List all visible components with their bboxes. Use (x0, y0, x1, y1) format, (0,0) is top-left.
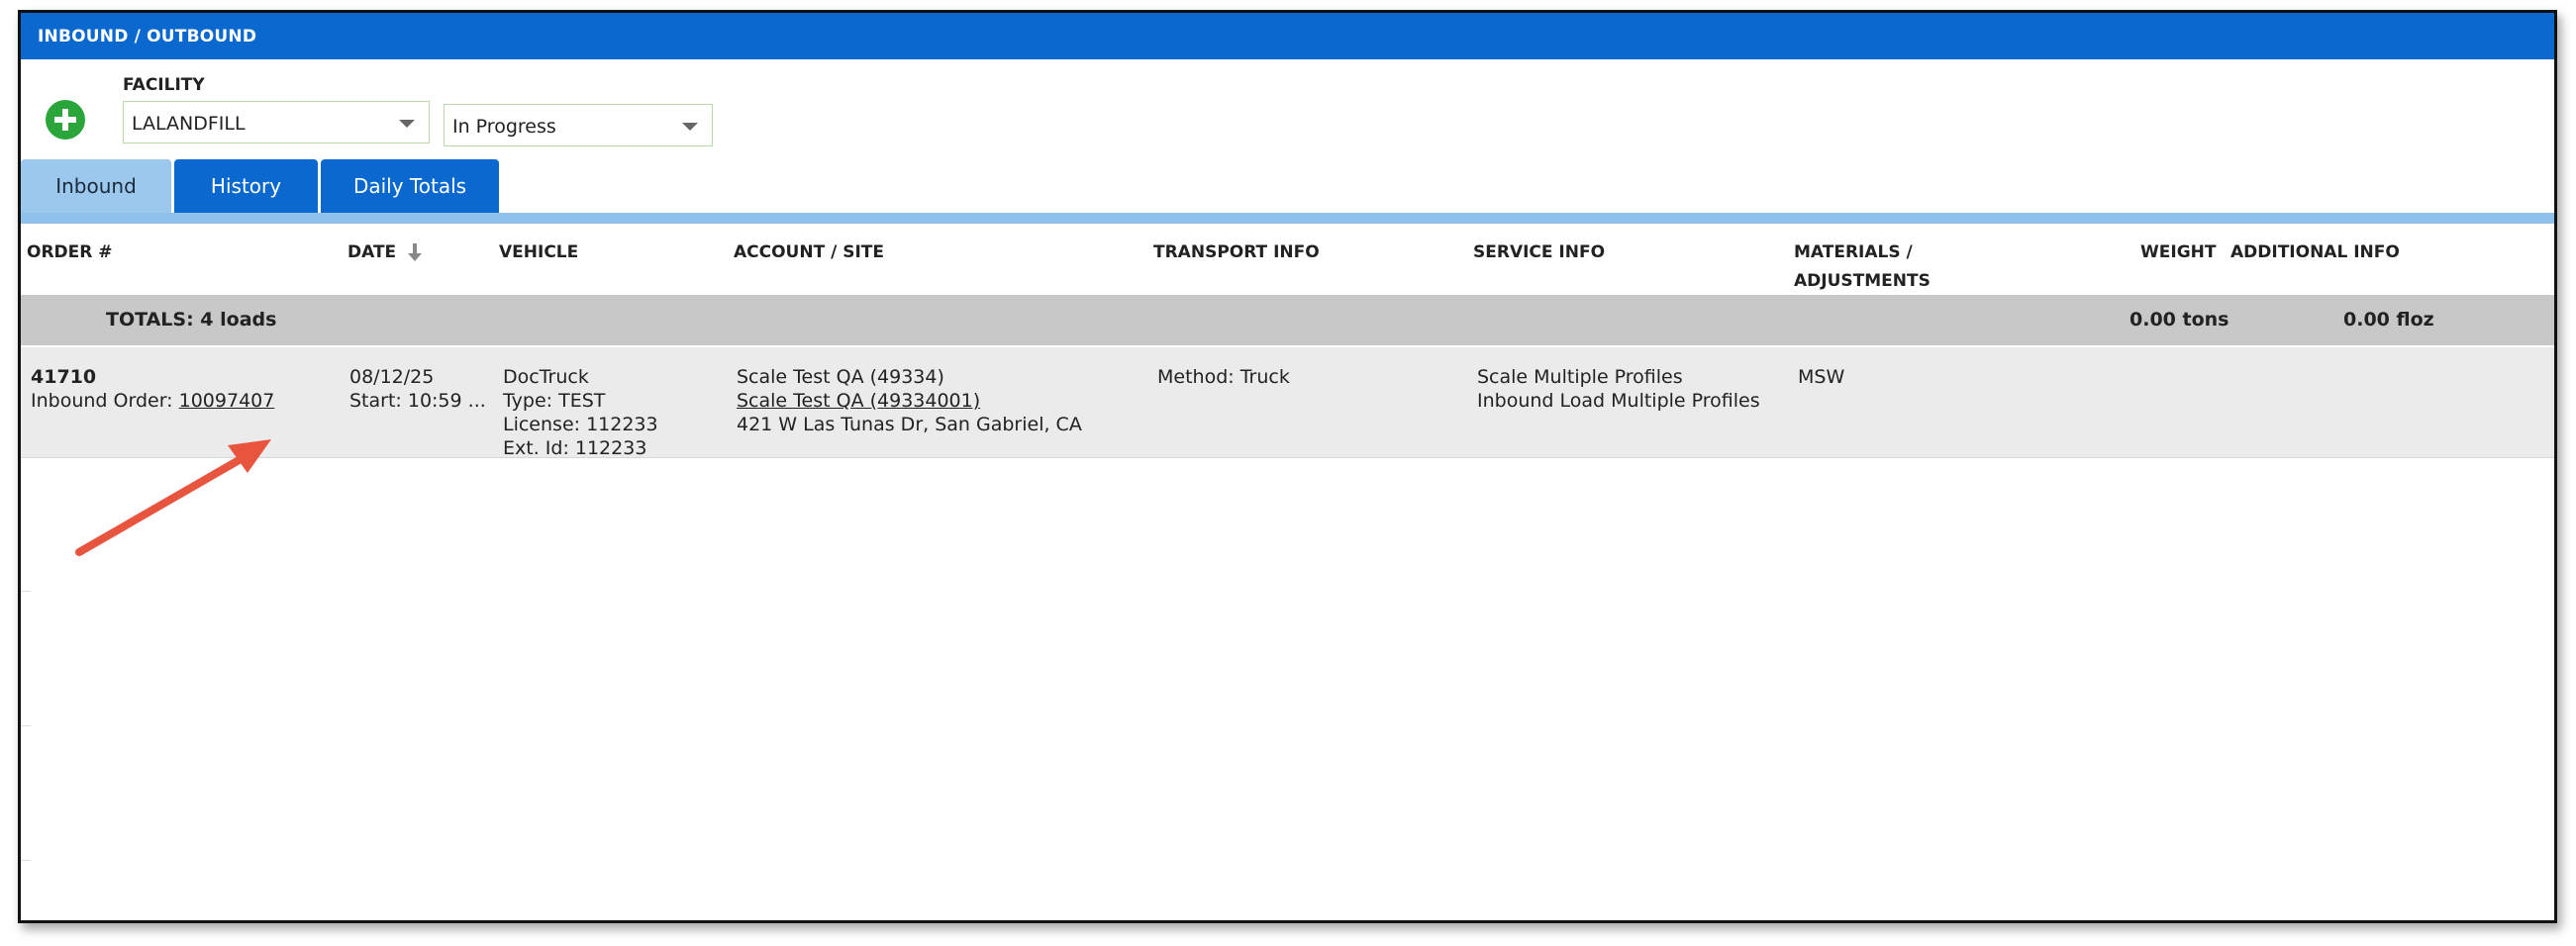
tab-daily-totals[interactable]: Daily Totals (321, 159, 499, 213)
transport-method: Method: Truck (1157, 366, 1290, 388)
account-cell: Scale Test QA (49334) Scale Test QA (493… (737, 365, 1082, 436)
facility-select[interactable]: LALANDFILL (123, 101, 430, 143)
date-value: 08/12/25 (349, 366, 435, 388)
column-header-additional[interactable]: ADDITIONAL INFO (2230, 238, 2400, 267)
chevron-down-icon (682, 123, 698, 131)
column-header-weight[interactable]: WEIGHT (2140, 238, 2216, 267)
tab-history[interactable]: History (174, 159, 318, 213)
column-header-materials-line1: MATERIALS / (1794, 242, 1913, 262)
status-select[interactable]: In Progress (444, 104, 713, 146)
materials-value: MSW (1798, 366, 1845, 388)
column-header-materials-line2: ADJUSTMENTS (1794, 271, 1931, 291)
row-divider (21, 725, 31, 726)
inbound-order: Inbound Order: 10097407 (31, 389, 274, 413)
order-number: 41710 (31, 366, 97, 388)
date-cell: 08/12/25 Start: 10:59 ... (349, 365, 486, 413)
vehicle-cell: DocTruck Type: TEST License: 112233 Ext.… (503, 365, 658, 460)
vehicle-ext-id: Ext. Id: 112233 (503, 437, 647, 459)
column-header-account[interactable]: ACCOUNT / SITE (734, 238, 884, 267)
column-header-service[interactable]: SERVICE INFO (1473, 238, 1605, 267)
column-header-transport[interactable]: TRANSPORT INFO (1153, 238, 1320, 267)
totals-label: TOTALS: 4 loads (106, 309, 277, 331)
totals-weight: 0.00 tons (2130, 309, 2229, 331)
order-cell: 41710 Inbound Order: 10097407 (31, 365, 274, 413)
facility-label: FACILITY (123, 75, 205, 95)
account-name: Scale Test QA (49334) (737, 366, 944, 388)
page-title: INBOUND / OUTBOUND (21, 13, 2554, 59)
transport-cell: Method: Truck (1157, 365, 1290, 389)
start-time: Start: 10:59 ... (349, 390, 486, 412)
sort-down-icon (408, 243, 423, 261)
chevron-down-icon (399, 120, 415, 128)
tab-underline (21, 213, 2554, 224)
site-link[interactable]: Scale Test QA (49334001) (737, 389, 1082, 413)
table-row[interactable]: 41710 Inbound Order: 10097407 08/12/25 S… (21, 347, 2554, 460)
inbound-order-link[interactable]: 10097407 (179, 390, 275, 412)
row-divider (21, 860, 31, 861)
app-window: INBOUND / OUTBOUND FACILITY LALANDFILL I… (18, 10, 2557, 923)
column-header-date[interactable]: DATE (347, 238, 423, 267)
status-select-value: In Progress (452, 116, 556, 138)
inbound-order-label: Inbound Order: (31, 390, 173, 412)
vehicle-license: License: 112233 (503, 414, 658, 435)
facility-select-value: LALANDFILL (132, 113, 246, 135)
plus-icon (54, 109, 76, 131)
add-button[interactable] (46, 100, 85, 140)
column-header-order[interactable]: ORDER # (27, 238, 113, 267)
column-header-date-label: DATE (347, 242, 397, 262)
totals-additional: 0.00 floz (2343, 309, 2434, 331)
site-address: 421 W Las Tunas Dr, San Gabriel, CA (737, 414, 1082, 435)
totals-row: TOTALS: 4 loads 0.00 tons 0.00 floz (21, 295, 2554, 345)
column-header-materials[interactable]: MATERIALS / ADJUSTMENTS (1794, 238, 1931, 296)
vehicle-name: DocTruck (503, 366, 589, 388)
service-line1: Scale Multiple Profiles (1477, 366, 1683, 388)
column-header-vehicle[interactable]: VEHICLE (499, 238, 578, 267)
service-cell: Scale Multiple Profiles Inbound Load Mul… (1477, 365, 1760, 413)
tab-inbound[interactable]: Inbound (21, 159, 171, 213)
materials-cell: MSW (1798, 365, 1844, 389)
row-divider (21, 591, 31, 592)
vehicle-type: Type: TEST (503, 390, 606, 412)
service-line2: Inbound Load Multiple Profiles (1477, 390, 1760, 412)
